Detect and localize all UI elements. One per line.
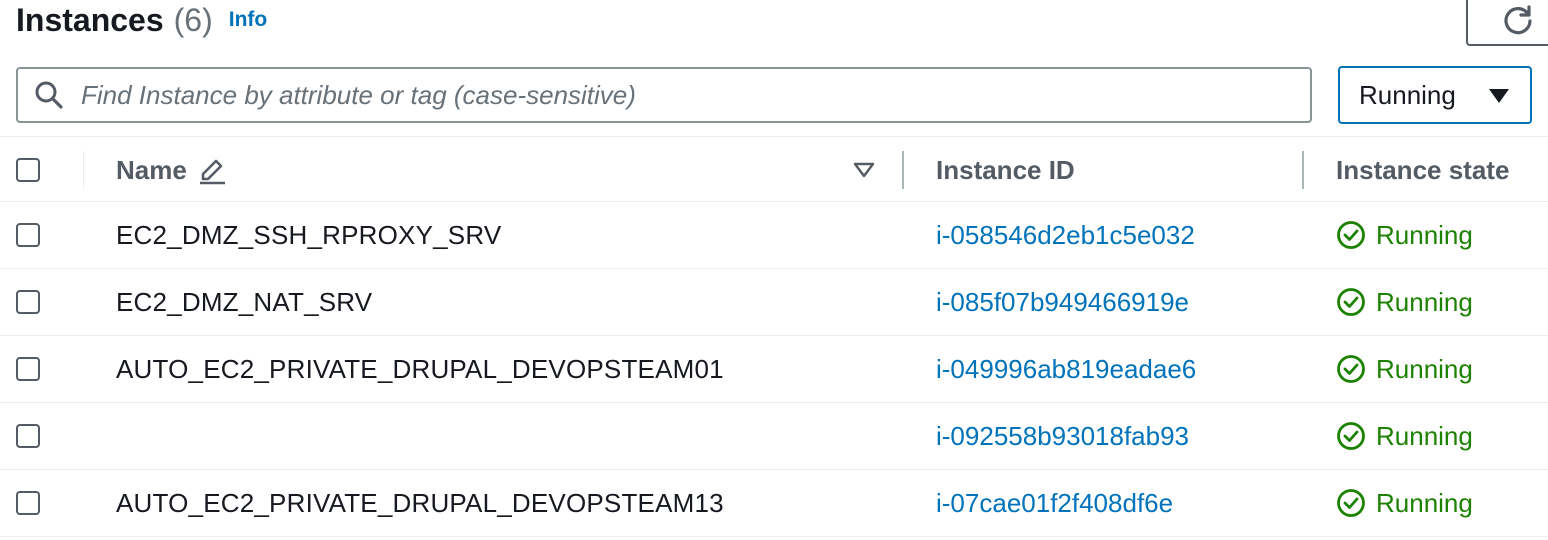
row-checkbox[interactable]	[16, 223, 40, 247]
table-row[interactable]: i-092558b93018fab93 Running	[0, 403, 1548, 470]
table-header: Name Instance ID Instance state	[0, 136, 1548, 202]
table-row[interactable]: EC2_DMZ_SSH_RPROXY_SRV i-058546d2eb1c5e0…	[0, 202, 1548, 269]
instance-state: Running	[1336, 470, 1473, 536]
search-bar[interactable]	[16, 67, 1312, 123]
edit-pencil-icon	[199, 159, 225, 185]
select-all-checkbox[interactable]	[16, 158, 40, 182]
refresh-icon	[1504, 5, 1532, 35]
instance-name: EC2_DMZ_SSH_RPROXY_SRV	[116, 219, 502, 250]
instance-id-link[interactable]: i-07cae01f2f408df6e	[936, 470, 1173, 536]
sort-down-icon[interactable]	[853, 162, 875, 178]
column-header-instance-state[interactable]: Instance state	[1336, 137, 1509, 203]
row-checkbox[interactable]	[16, 357, 40, 381]
table-row[interactable]: AUTO_EC2_PRIVATE_DRUPAL_DEVOPSTEAM01 i-0…	[0, 336, 1548, 403]
instance-id-link[interactable]: i-058546d2eb1c5e032	[936, 202, 1195, 268]
instance-name: EC2_DMZ_NAT_SRV	[116, 286, 373, 317]
instance-id-link[interactable]: i-092558b93018fab93	[936, 403, 1189, 469]
info-link[interactable]: Info	[229, 8, 267, 32]
table-row[interactable]: AUTO_EC2_PRIVATE_DRUPAL_DEVOPSTEAM13 i-0…	[0, 470, 1548, 537]
column-resize-handle[interactable]	[1302, 151, 1304, 189]
instance-state-label: Running	[1376, 286, 1473, 317]
instance-count: (6)	[173, 1, 213, 38]
page-title: Instances	[16, 1, 164, 38]
instance-state-filter[interactable]: Running	[1338, 66, 1532, 124]
refresh-button[interactable]	[1466, 0, 1548, 46]
instances-page: Instances (6) Info Running Name	[0, 0, 1548, 540]
check-circle-icon	[1337, 355, 1365, 383]
search-input[interactable]	[81, 75, 1261, 115]
column-header-instance-state-label: Instance state	[1336, 154, 1510, 185]
row-checkbox[interactable]	[16, 491, 40, 515]
instance-state: Running	[1336, 269, 1473, 335]
column-header-name[interactable]: Name	[116, 137, 227, 203]
table-row[interactable]: EC2_DMZ_NAT_SRV i-085f07b949466919e Runn…	[0, 269, 1548, 336]
column-divider	[83, 151, 84, 189]
instance-state-label: Running	[1376, 487, 1473, 518]
check-circle-icon	[1337, 422, 1365, 450]
page-header: Instances (6) Info	[16, 0, 267, 40]
instance-state-label: Running	[1376, 219, 1473, 250]
row-checkbox[interactable]	[16, 290, 40, 314]
instance-id-link[interactable]: i-049996ab819eadae6	[936, 336, 1196, 402]
check-circle-icon	[1337, 221, 1365, 249]
instance-state-label: Running	[1376, 420, 1473, 451]
instances-table: Name Instance ID Instance state EC2_DMZ_…	[0, 136, 1548, 537]
state-filter-value: Running	[1359, 79, 1456, 110]
column-header-instance-id[interactable]: Instance ID	[936, 137, 1075, 203]
instance-name: AUTO_EC2_PRIVATE_DRUPAL_DEVOPSTEAM13	[116, 487, 724, 518]
check-circle-icon	[1337, 489, 1365, 517]
column-resize-handle[interactable]	[902, 151, 904, 189]
check-circle-icon	[1337, 288, 1365, 316]
instance-id-link[interactable]: i-085f07b949466919e	[936, 269, 1189, 335]
instance-state: Running	[1336, 336, 1473, 402]
search-icon	[35, 81, 63, 109]
caret-down-icon	[1489, 89, 1509, 103]
column-header-instance-id-label: Instance ID	[936, 154, 1075, 185]
instance-state: Running	[1336, 403, 1473, 469]
instance-name: AUTO_EC2_PRIVATE_DRUPAL_DEVOPSTEAM01	[116, 353, 724, 384]
column-header-name-label: Name	[116, 154, 187, 185]
instance-state-label: Running	[1376, 353, 1473, 384]
instance-state: Running	[1336, 202, 1473, 268]
row-checkbox[interactable]	[16, 424, 40, 448]
